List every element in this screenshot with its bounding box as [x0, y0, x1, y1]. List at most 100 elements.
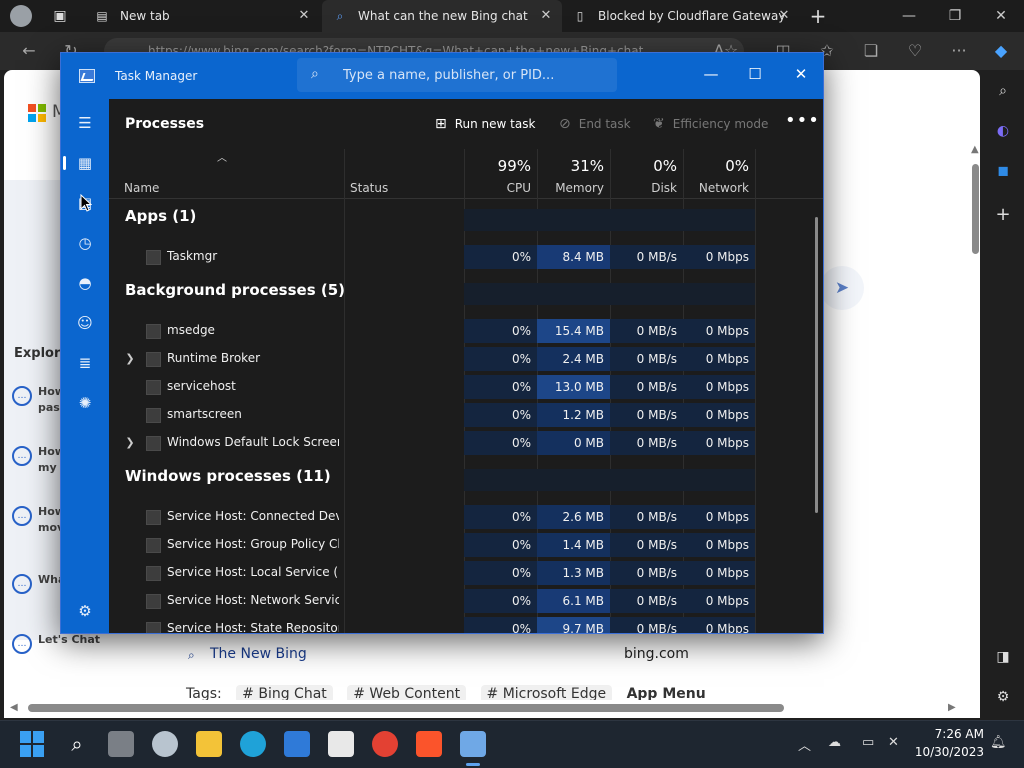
- search-icon[interactable]: ⌕: [64, 731, 90, 757]
- show-hidden-icons-chevron-icon[interactable]: ︿: [798, 735, 811, 754]
- process-group-header[interactable]: Windows processes (11): [125, 467, 331, 485]
- windows-start-icon[interactable]: [20, 731, 46, 757]
- more-options-icon[interactable]: •••: [785, 111, 819, 135]
- process-row[interactable]: Service Host: Local Service (... 0% 1.3 MB…: [109, 559, 755, 587]
- column-network[interactable]: Network: [683, 181, 749, 195]
- settings-icon[interactable]: ⚙: [990, 684, 1016, 710]
- close-tab-icon[interactable]: ✕: [296, 8, 312, 24]
- scrollbar-thumb[interactable]: [972, 164, 979, 254]
- column-name[interactable]: Name: [124, 181, 159, 195]
- collections-icon[interactable]: ❏: [858, 39, 884, 63]
- page-horizontal-scrollbar[interactable]: ◀ ▶: [4, 700, 960, 716]
- scrollbar-thumb[interactable]: [28, 704, 784, 712]
- outlook-icon[interactable]: ◼: [990, 158, 1016, 184]
- back-icon[interactable]: ←: [16, 39, 42, 63]
- new-tab-button[interactable]: +: [804, 4, 832, 28]
- task-view-icon[interactable]: [108, 731, 134, 757]
- chrome-icon[interactable]: [372, 731, 398, 757]
- process-row[interactable]: Taskmgr 0% 8.4 MB 0 MB/s 0 Mbps: [109, 243, 755, 271]
- process-group-header[interactable]: Apps (1): [125, 207, 196, 225]
- tab-label: New tab: [120, 9, 170, 23]
- close-icon[interactable]: ✕: [781, 59, 821, 89]
- tab-bing-chat[interactable]: ⌕ What can the new Bing chat do? ✕: [322, 0, 562, 32]
- network-cell: 0 Mbps: [683, 561, 755, 585]
- column-cpu[interactable]: CPU: [464, 181, 531, 195]
- weather-cloud-icon[interactable]: ☁: [828, 735, 841, 750]
- end-task-button[interactable]: ⊘ End task: [559, 113, 631, 135]
- profile-avatar[interactable]: [10, 5, 32, 27]
- process-icon: [146, 380, 161, 395]
- process-row[interactable]: ❯ Windows Default Lock Screen 0% 0 MB 0 MB/s…: [109, 429, 755, 457]
- process-row[interactable]: msedge 0% 15.4 MB 0 MB/s 0 Mbps: [109, 317, 755, 345]
- search-input[interactable]: [343, 65, 603, 85]
- search-icon[interactable]: ⌕: [990, 78, 1016, 104]
- maximize-icon[interactable]: ☐: [735, 59, 775, 89]
- process-group-header[interactable]: Background processes (5): [125, 281, 345, 299]
- add-icon[interactable]: +: [990, 202, 1016, 228]
- scroll-left-icon[interactable]: ◀: [10, 702, 18, 713]
- copilot-icon[interactable]: ◆: [988, 39, 1014, 63]
- nav-settings-icon[interactable]: ⚙: [69, 595, 101, 627]
- store-icon[interactable]: [328, 731, 354, 757]
- nav-startup-apps-icon[interactable]: ◓: [69, 267, 101, 299]
- scroll-right-icon[interactable]: ▶: [948, 702, 956, 713]
- process-row[interactable]: smartscreen 0% 1.2 MB 0 MB/s 0 Mbps: [109, 401, 755, 429]
- chat-bubble-icon: …: [12, 506, 32, 526]
- minimize-icon[interactable]: —: [886, 0, 932, 32]
- hamburger-menu-icon[interactable]: ☰: [69, 107, 101, 139]
- process-row[interactable]: Service Host: State Repositor... 0% 9.7 MB…: [109, 615, 755, 633]
- run-new-task-button[interactable]: ⊞ Run new task: [435, 113, 535, 135]
- tab-new-tab[interactable]: ▤ New tab ✕: [84, 0, 320, 32]
- new-bing-link[interactable]: The New Bing: [210, 646, 307, 662]
- process-row[interactable]: ❯ Runtime Broker 0% 2.4 MB 0 MB/s 0 Mbps: [109, 345, 755, 373]
- scroll-up-icon[interactable]: ▲: [971, 144, 979, 155]
- nav-processes-icon[interactable]: ▦: [63, 147, 101, 179]
- mute-speaker-icon[interactable]: ✕: [888, 735, 899, 750]
- expand-chevron-icon[interactable]: ❯: [123, 435, 137, 451]
- close-window-icon[interactable]: ✕: [978, 0, 1024, 32]
- performance-icon[interactable]: ♡: [902, 39, 928, 63]
- send-icon[interactable]: ➤: [820, 266, 864, 310]
- nav-details-icon[interactable]: ≣: [69, 347, 101, 379]
- nav-services-icon[interactable]: ✺: [69, 387, 101, 419]
- expand-chevron-icon[interactable]: ❯: [123, 351, 137, 367]
- processes-panel: Processes ⊞ Run new task ⊘ End task ❦ Ef…: [109, 99, 823, 633]
- brave-icon[interactable]: [416, 731, 442, 757]
- page-vertical-scrollbar[interactable]: ▲ ▼: [967, 142, 980, 718]
- column-status[interactable]: Status: [350, 181, 388, 195]
- nav-users-icon[interactable]: ☺: [69, 307, 101, 339]
- edge-icon[interactable]: [240, 731, 266, 757]
- display-icon[interactable]: ▭: [862, 735, 874, 750]
- sidebar-toggle-icon[interactable]: ◨: [990, 644, 1016, 670]
- efficiency-mode-button[interactable]: ❦ Efficiency mode: [653, 113, 768, 135]
- process-list-scrollbar[interactable]: [815, 217, 818, 513]
- tab-cloudflare[interactable]: ▯ Blocked by Cloudflare Gateway ✕: [562, 0, 800, 32]
- tab-actions-icon[interactable]: ▣: [46, 4, 74, 28]
- widgets-icon[interactable]: [152, 731, 178, 757]
- search-box[interactable]: ⌕: [297, 58, 617, 92]
- process-row[interactable]: Service Host: Connected Dev... 0% 2.6 MB 0 …: [109, 503, 755, 531]
- minimize-icon[interactable]: —: [691, 59, 731, 89]
- process-icon: [146, 510, 161, 525]
- process-row[interactable]: servicehost 0% 13.0 MB 0 MB/s 0 Mbps: [109, 373, 755, 401]
- notification-bell-icon[interactable]: 🔔︎: [990, 735, 1007, 750]
- file-explorer-icon[interactable]: [196, 731, 222, 757]
- column-memory[interactable]: Memory: [537, 181, 604, 195]
- clock-date[interactable]: 10/30/2023: [910, 745, 984, 759]
- sort-arrow-icon[interactable]: ︿: [217, 149, 227, 164]
- memory-cell: 2.6 MB: [537, 505, 610, 529]
- more-menu-icon[interactable]: ···: [946, 39, 972, 63]
- network-cell: 0 Mbps: [683, 403, 755, 427]
- column-disk[interactable]: Disk: [610, 181, 677, 195]
- close-tab-icon[interactable]: ✕: [776, 8, 792, 24]
- clock-time[interactable]: 7:26 AM: [930, 727, 984, 741]
- close-tab-icon[interactable]: ✕: [538, 8, 554, 24]
- process-row[interactable]: Service Host: Group Policy Cli... 0% 1.4 M…: [109, 531, 755, 559]
- process-row[interactable]: Service Host: Network Service 0% 6.1 MB 0 M…: [109, 587, 755, 615]
- restore-icon[interactable]: ❐: [932, 0, 978, 32]
- task-manager-taskbar-icon[interactable]: [460, 731, 486, 757]
- nav-app-history-icon[interactable]: ◷: [69, 227, 101, 259]
- mail-icon[interactable]: [284, 731, 310, 757]
- group-header-band: [464, 283, 755, 305]
- copilot-icon[interactable]: ◐: [990, 118, 1016, 144]
